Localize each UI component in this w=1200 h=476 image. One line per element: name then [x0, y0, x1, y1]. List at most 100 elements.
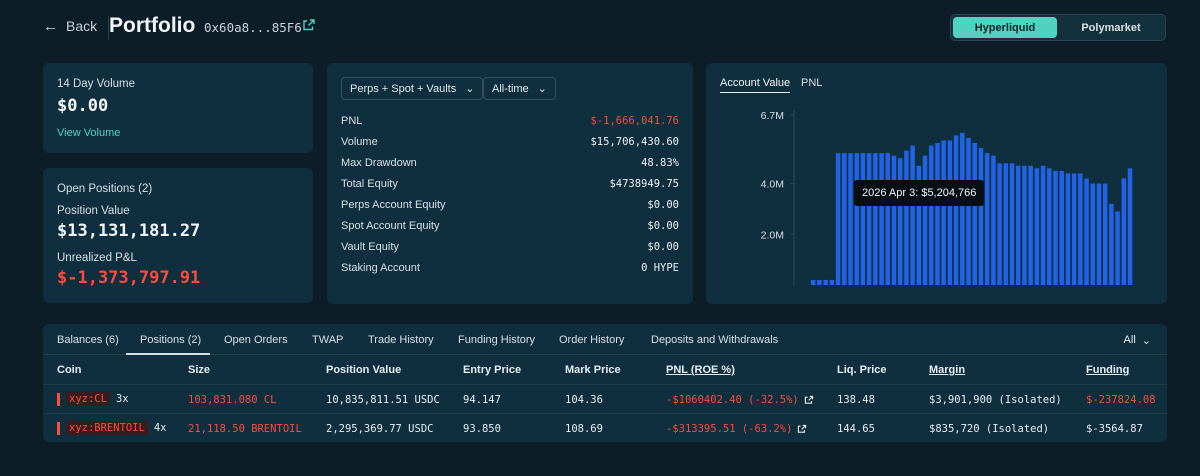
range-select[interactable]: All-time ⌄ [483, 77, 556, 100]
stat-label: Perps Account Equity [341, 199, 446, 211]
polymarket-tab[interactable]: Polymarket [1059, 17, 1163, 38]
chart-bar[interactable] [854, 153, 859, 285]
chart-bar[interactable] [1034, 168, 1040, 285]
chart-bar[interactable] [1121, 178, 1127, 285]
col-pnl[interactable]: PNL (ROE %) [666, 364, 735, 376]
external-link-icon[interactable] [302, 18, 316, 32]
chart-bar[interactable] [1028, 165, 1033, 285]
chart-bar[interactable] [910, 145, 915, 285]
view-volume-link[interactable]: View Volume [57, 127, 120, 139]
open-positions-card: Open Positions (2) Position Value $13,13… [43, 168, 313, 303]
chart-bar[interactable] [1015, 165, 1021, 285]
chart-bar[interactable] [1071, 173, 1077, 285]
chart-bar[interactable] [1078, 173, 1083, 285]
chart-bar[interactable] [817, 279, 822, 285]
chart-bar[interactable] [1096, 183, 1102, 285]
chart-bar[interactable] [891, 155, 897, 285]
chart-bar[interactable] [1084, 178, 1089, 285]
chart-bar[interactable] [997, 163, 1002, 285]
pnl-cell: -$1060402.40 (-32.5%) [666, 394, 814, 406]
chart-bar[interactable] [1047, 168, 1052, 285]
stat-row-volume: Volume $15,706,430.60 [341, 136, 679, 148]
chart-bar[interactable] [811, 279, 816, 285]
chart-bar[interactable] [966, 137, 971, 285]
col-position-value[interactable]: Position Value [326, 364, 401, 376]
chart-bar[interactable] [1022, 165, 1027, 285]
chart-bar[interactable] [835, 153, 841, 285]
chart-bar[interactable] [991, 155, 996, 285]
tab-positions[interactable]: Positions (2) [140, 334, 201, 346]
chart-bar[interactable] [935, 142, 940, 285]
chart-tooltip: 2026 Apr 3: $5,204,766 [854, 180, 985, 206]
chart-bar[interactable] [1003, 163, 1009, 285]
chart-bar[interactable] [897, 158, 903, 285]
chart-bar[interactable] [866, 153, 872, 285]
chart-bar[interactable] [1127, 168, 1133, 285]
chart-bar[interactable] [904, 150, 909, 285]
tab-funding-history[interactable]: Funding History [458, 334, 535, 346]
chart-bar[interactable] [1090, 183, 1095, 285]
col-entry-price[interactable]: Entry Price [463, 364, 521, 376]
positions-panel: Balances (6) Positions (2) Open Orders T… [43, 324, 1167, 442]
chart-bar[interactable] [960, 132, 965, 285]
chart-bar[interactable] [941, 140, 946, 285]
share-icon[interactable] [804, 395, 814, 405]
stat-value: $0.00 [647, 199, 679, 211]
entry-price-cell: 94.147 [463, 394, 501, 406]
chart-bar[interactable] [1065, 173, 1071, 285]
col-coin[interactable]: Coin [57, 364, 81, 376]
leverage: 3x [115, 393, 129, 405]
back-button[interactable]: ← Back [43, 18, 97, 34]
col-margin[interactable]: Margin [929, 364, 965, 376]
chart-bar[interactable] [873, 153, 878, 285]
chart-bar[interactable] [1040, 165, 1046, 285]
chart-bar[interactable] [953, 135, 959, 285]
col-funding[interactable]: Funding [1086, 364, 1129, 376]
share-icon[interactable] [797, 424, 807, 434]
chart-bar[interactable] [1059, 170, 1064, 285]
tab-trade-history[interactable]: Trade History [368, 334, 434, 346]
chart-bar[interactable] [1009, 163, 1015, 285]
chart-bar[interactable] [860, 153, 866, 285]
chart-bar[interactable] [848, 153, 853, 285]
hyperliquid-tab[interactable]: Hyperliquid [953, 17, 1057, 38]
chart-bar[interactable] [823, 279, 828, 285]
scope-select[interactable]: Perps + Spot + Vaults ⌄ [341, 77, 484, 100]
stat-row-pnl: PNL $-1,666,041.76 [341, 115, 679, 127]
stat-value: $-1,666,041.76 [590, 115, 679, 127]
tab-order-history[interactable]: Order History [559, 334, 624, 346]
chart-bar[interactable] [978, 148, 984, 285]
tab-twap[interactable]: TWAP [312, 334, 343, 346]
chart-bar[interactable] [984, 153, 990, 285]
col-liq-price[interactable]: Liq. Price [837, 364, 887, 376]
chart-bar[interactable] [922, 155, 928, 285]
chart-bar[interactable] [947, 140, 953, 285]
chart-bar[interactable] [829, 279, 835, 285]
chart-bar[interactable] [1102, 183, 1108, 285]
chart-bar[interactable] [1109, 203, 1114, 285]
chart-bar[interactable] [1053, 170, 1058, 285]
open-positions-title: Open Positions (2) [57, 183, 153, 195]
chart-bar[interactable] [929, 145, 934, 285]
col-size[interactable]: Size [188, 364, 210, 376]
tab-deposits-withdrawals[interactable]: Deposits and Withdrawals [651, 334, 778, 346]
positions-filter[interactable]: All ⌄ [1124, 334, 1151, 347]
coin-cell: xyz:BRENTOIL 4x [57, 421, 167, 435]
y-tick-label: 4.0M [761, 179, 784, 191]
chart-bar[interactable] [842, 153, 847, 285]
liq-price-cell: 144.65 [837, 423, 875, 435]
chart-bar[interactable] [885, 153, 891, 285]
col-mark-price[interactable]: Mark Price [565, 364, 621, 376]
stat-row-perps-equity: Perps Account Equity $0.00 [341, 199, 679, 211]
coin-name[interactable]: xyz:BRENTOIL [66, 421, 148, 435]
chart-bar[interactable] [1115, 211, 1120, 285]
coin-name[interactable]: xyz:CL [66, 392, 110, 406]
chart-bar[interactable] [879, 153, 884, 285]
back-label: Back [66, 18, 98, 34]
chart-bar[interactable] [972, 142, 977, 285]
funding-cell: $-237824.08 [1086, 394, 1156, 406]
tab-balances[interactable]: Balances (6) [57, 334, 119, 346]
stat-value: $15,706,430.60 [590, 136, 679, 148]
volume-card: 14 Day Volume $0.00 View Volume [43, 63, 313, 153]
tab-open-orders[interactable]: Open Orders [224, 334, 288, 346]
